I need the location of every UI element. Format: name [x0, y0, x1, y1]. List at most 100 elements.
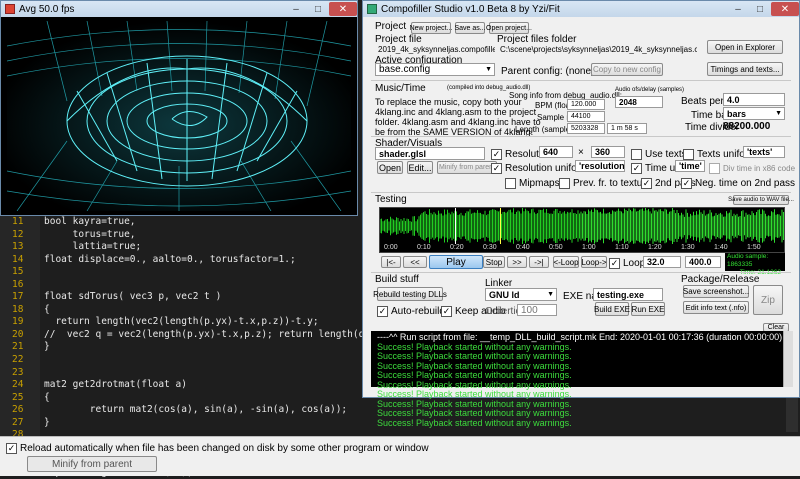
shader-open-button[interactable]: Open	[377, 161, 403, 174]
code-line: 17 float sdTorus( vec3 p, vec2 t )	[12, 291, 399, 304]
resolution-height-field[interactable]: 360	[591, 146, 625, 158]
code-line: 15	[12, 266, 399, 279]
waveform-timeline[interactable]: 0:00 0:10 0:20 0:30 0:40 0:50 1:00 1:10 1:20 1:30…	[379, 207, 785, 253]
code-line: 27}	[12, 417, 399, 430]
texts-uniform-field[interactable]: 'texts'	[743, 146, 785, 158]
save-wav-button[interactable]: Save audio to WAV file...	[728, 195, 794, 205]
code-line: 19 return length(vec2(length(p.yx)-t.x,p…	[12, 316, 399, 329]
auto-rebuild-checkbox[interactable]: ✓ Auto-rebuild	[377, 306, 445, 317]
resolution-width-field[interactable]: 640	[539, 146, 573, 158]
fast-forward-button[interactable]: >>	[507, 256, 527, 268]
orderties-field[interactable]: 100	[517, 304, 557, 316]
line-number: 26	[12, 404, 24, 416]
audio-ofs-field[interactable]: 2048	[615, 96, 663, 108]
new-project-button[interactable]: New project...	[410, 22, 452, 34]
package-heading: Package/Release	[681, 274, 760, 285]
open-project-button[interactable]: Open project...	[486, 22, 532, 34]
viewer-close-button[interactable]: ✕	[329, 2, 357, 16]
separator	[371, 272, 791, 273]
loop-left-button[interactable]: <-Loop	[553, 256, 579, 268]
line-number: 25	[12, 391, 24, 403]
loop-start-field[interactable]: 32.0	[643, 256, 681, 268]
timings-and-texts-button[interactable]: Timings and texts...	[707, 62, 783, 76]
save-screenshot-button[interactable]: Save screenshot...	[683, 285, 749, 298]
div-time-checkbox[interactable]: Div time in x86 code	[709, 163, 795, 174]
viewer-app-icon	[5, 4, 15, 14]
neg-time-label: Neg. time on 2nd pass	[695, 178, 796, 189]
shader-edit-button[interactable]: Edit...	[407, 161, 433, 174]
jump-end-button[interactable]: ->|	[529, 256, 549, 268]
open-in-explorer-button[interactable]: Open in Explorer	[707, 40, 783, 54]
play-button[interactable]: Play	[429, 255, 483, 269]
loop-checkbox[interactable]: ✓ Loop	[609, 258, 645, 269]
line-number: 19	[12, 316, 24, 328]
playback-status-panel: Audio sample: 1863335 Time: 21.1262	[725, 253, 785, 276]
testing-heading: Testing	[375, 194, 407, 205]
jump-start-button[interactable]: |<-	[381, 256, 401, 268]
timeline-tick-label: 0:00	[384, 244, 398, 251]
timeline-tick-label: 0:30	[483, 244, 497, 251]
code-line: 13 lattia=true;	[12, 241, 399, 254]
zip-button[interactable]: Zip	[753, 285, 783, 315]
save-as-button[interactable]: Save as...	[454, 22, 486, 34]
beats-per-bar-field[interactable]: 4.0	[723, 93, 785, 106]
parent-config-label: Parent config: (none)	[501, 66, 595, 77]
reload-label: Reload automatically when file has been …	[20, 443, 429, 454]
time-uniform-field[interactable]: 'time'	[675, 160, 705, 172]
code-text: {	[44, 303, 50, 315]
studio-close-button[interactable]: ✕	[771, 2, 799, 16]
edit-info-text-button[interactable]: Edit info text (.nfo)	[683, 301, 749, 314]
audio-sample-readout: Audio sample: 1863335	[727, 253, 769, 268]
mipmaps-checkbox[interactable]: Mipmaps	[505, 178, 560, 189]
line-number: 11	[12, 216, 24, 227]
bpm-field: 120.000	[567, 99, 605, 110]
code-line: 22	[12, 354, 399, 367]
timeline-tick-label: 1:20	[648, 244, 662, 251]
resolution-uniform-checkbox[interactable]: ✓ Resolution uniform	[491, 163, 588, 174]
loop-right-button[interactable]: Loop->	[581, 256, 607, 268]
line-number: 15	[12, 266, 24, 278]
torus-render-image	[7, 21, 351, 211]
build-log[interactable]: ----^^ Run script from file: __temp_DLL_…	[371, 331, 783, 427]
viewer-minimize-button[interactable]: –	[285, 2, 307, 16]
separator	[371, 192, 791, 193]
minify-from-parent-button[interactable]: Minify from parent	[27, 456, 157, 472]
use-texts-label: Use texts	[645, 149, 687, 160]
prev-frame-label: Prev. fr. to texture	[573, 178, 652, 189]
line-number: 23	[12, 366, 24, 378]
prev-frame-checkbox[interactable]: Prev. fr. to texture	[559, 178, 651, 189]
time-base-select[interactable]: bars ▼	[723, 107, 785, 120]
active-config-select[interactable]: base.config ▼	[375, 63, 495, 76]
studio-maximize-button[interactable]: □	[749, 2, 771, 16]
time-base-value: bars	[727, 108, 747, 119]
line-number: 12	[12, 228, 24, 240]
loop-start-marker	[500, 208, 501, 244]
code-line: 18 {	[12, 304, 399, 317]
copy-to-new-config-button[interactable]: Copy to new config	[591, 63, 663, 76]
build-exe-button[interactable]: Build EXE	[594, 302, 630, 316]
log-scrollbar[interactable]	[783, 331, 793, 387]
code-line: 25 {	[12, 392, 399, 405]
run-exe-button[interactable]: Run EXE	[631, 302, 665, 316]
shader-minify-button[interactable]: Minify from parent	[437, 161, 497, 174]
viewer-maximize-button[interactable]: □	[307, 2, 329, 16]
exe-name-field[interactable]: testing.exe	[593, 288, 663, 301]
studio-titlebar: Compofiller Studio v1.0 Beta 8 by Yzi/Fi…	[363, 1, 799, 17]
line-number: 18	[12, 303, 24, 315]
stop-button[interactable]: Stop	[483, 256, 505, 268]
line-number: 24	[12, 379, 24, 391]
linker-select[interactable]: GNU ld ▼	[485, 288, 557, 301]
loop-end-field[interactable]: 400.0	[685, 256, 721, 268]
resolution-uniform-field[interactable]: 'resolution'	[575, 160, 625, 172]
separator	[371, 136, 791, 137]
code-text: lattia=true;	[44, 241, 142, 253]
shader-file-field[interactable]: shader.glsl	[375, 147, 485, 160]
code-text: }	[44, 341, 50, 353]
studio-minimize-button[interactable]: –	[727, 2, 749, 16]
use-texts-checkbox[interactable]: Use texts	[631, 149, 687, 160]
project-heading: Project	[375, 21, 407, 32]
neg-time-checkbox[interactable]: ✓ Neg. time on 2nd pass	[681, 178, 795, 189]
reload-checkbox[interactable]: ✓ Reload automatically when file has been…	[6, 443, 429, 454]
rewind-button[interactable]: <<	[403, 256, 427, 268]
rebuild-dlls-button[interactable]: Rebuild testing DLLs	[373, 287, 447, 301]
